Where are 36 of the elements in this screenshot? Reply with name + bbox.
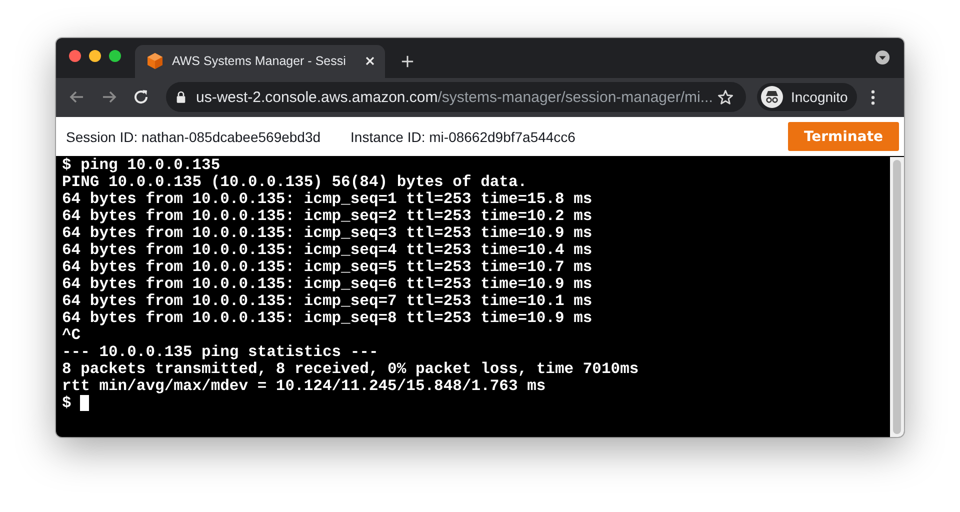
terminal-line: PING 10.0.0.135 (10.0.0.135) 56(84) bytes of data. [62, 174, 528, 191]
terminal-line: --- 10.0.0.135 ping statistics --- [62, 344, 380, 361]
terminal-line: 8 packets transmitted, 8 received, 0% packet loss, time 7010ms [62, 360, 640, 378]
instance-id-label: Instance ID: mi-08662d9bf7a544cc6 [350, 128, 576, 145]
terminal-line: 64 bytes from 10.0.0.135: icmp_seq=3 ttl=253 time=10.9 ms [62, 224, 594, 242]
reload-icon[interactable] [132, 88, 150, 106]
zoom-window-icon[interactable] [109, 50, 121, 62]
session-id-label: Session ID: nathan-085dcabee569ebd3d [66, 128, 321, 145]
close-tab-icon[interactable] [365, 56, 375, 66]
url-text: us-west-2.console.aws.amazon.com/systems-manager/session-manager/mi... [196, 88, 713, 106]
incognito-icon [761, 86, 783, 108]
bookmark-star-icon[interactable] [717, 88, 734, 106]
terminal-line: 64 bytes from 10.0.0.135: icmp_seq=2 ttl=253 time=10.2 ms [62, 208, 594, 225]
terminal-prompt: $ [62, 394, 72, 412]
lock-icon [176, 91, 186, 104]
terminal-line: 64 bytes from 10.0.0.135: icmp_seq=7 ttl=253 time=10.1 ms [62, 292, 594, 310]
tab-title: AWS Systems Manager - Sessi [172, 54, 347, 68]
terminal-line: rtt min/avg/max/mdev = 10.124/11.245/15.848/1.763 ms [62, 378, 547, 395]
terminal-line: 64 bytes from 10.0.0.135: icmp_seq=6 ttl=253 time=10.9 ms [62, 276, 594, 293]
text-cursor [80, 395, 90, 412]
browser-tab[interactable]: AWS Systems Manager - Sessi [135, 44, 385, 78]
scrollbar-thumb[interactable] [893, 160, 901, 434]
minimize-window-icon[interactable] [89, 50, 101, 62]
terminal-line: $ ping 10.0.0.135 [62, 156, 222, 174]
cube-icon [146, 52, 164, 70]
close-window-icon[interactable] [69, 50, 81, 62]
address-bar[interactable]: us-west-2.console.aws.amazon.com/systems-manager/session-manager/mi... [166, 82, 746, 112]
terminal-line: ^C [62, 326, 82, 344]
terminal-line: 64 bytes from 10.0.0.135: icmp_seq=4 ttl=253 time=10.4 ms [62, 242, 594, 259]
menu-icon[interactable] [870, 90, 875, 105]
incognito-button[interactable]: Incognito [757, 83, 857, 112]
tab-search-icon[interactable] [875, 50, 890, 66]
terminal-line: 64 bytes from 10.0.0.135: icmp_seq=5 ttl=253 time=10.7 ms [62, 258, 594, 276]
new-tab-icon[interactable] [401, 54, 414, 68]
terminal-line: 64 bytes from 10.0.0.135: icmp_seq=1 ttl=253 time=15.8 ms [62, 190, 594, 208]
terminal-line: 64 bytes from 10.0.0.135: icmp_seq=8 ttl=253 time=10.9 ms [62, 310, 594, 327]
